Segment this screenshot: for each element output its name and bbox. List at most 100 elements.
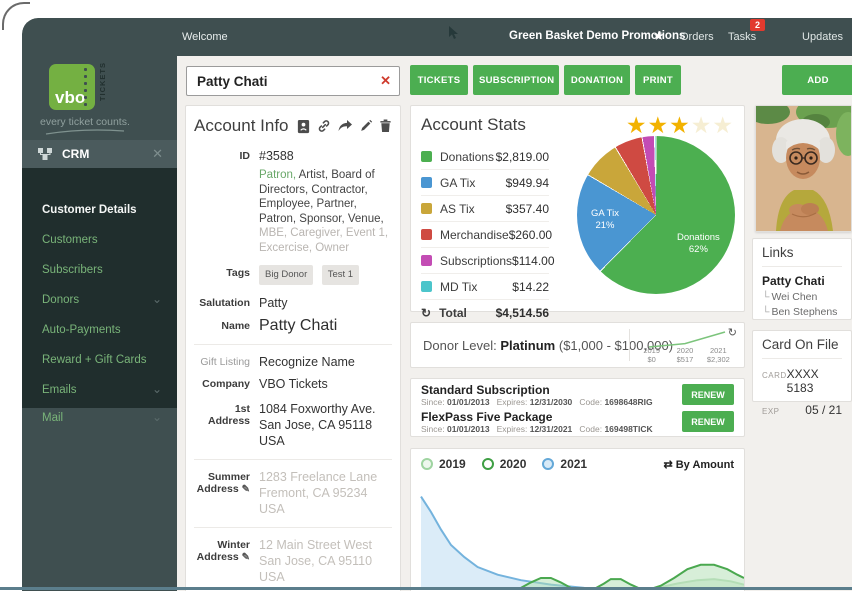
legend-swatch: [421, 281, 432, 292]
subscription-button[interactable]: SUBSCRIPTION: [473, 65, 559, 95]
add-button[interactable]: ADD: [782, 65, 852, 95]
stats-legend: Donations$2,819.00 GA Tix$949.94 AS Tix$…: [421, 144, 549, 325]
star-icon[interactable]: ★: [626, 112, 648, 138]
sidebar-item-customers[interactable]: Customers: [42, 234, 98, 246]
chevron-down-icon[interactable]: ⌄: [152, 382, 162, 396]
crm-title: CRM: [62, 147, 89, 161]
link-primary[interactable]: Patty Chati: [762, 274, 842, 288]
refresh-icon[interactable]: ↻: [421, 306, 431, 320]
legend-row: AS Tix$357.40: [421, 196, 549, 222]
edit-pencil-icon[interactable]: [359, 119, 373, 133]
subscription-row: FlexPass Five Package Since: 01/01/2013 …: [421, 410, 734, 435]
legend-swatch: [421, 255, 432, 266]
sidebar-item-mail[interactable]: Mail: [42, 412, 63, 424]
donor-level-panel: Donor Level: Platinum ($1,000 - $100,000…: [410, 322, 745, 368]
sidebar-item-subscribers[interactable]: Subscribers: [42, 264, 103, 276]
first-address-value: 1084 Foxworthy Ave.San Jose, CA 95118USA: [259, 401, 376, 449]
subscription-row: Standard Subscription Since: 01/01/2013 …: [421, 383, 734, 408]
company-label: Company: [194, 376, 250, 392]
legend-ring-2021[interactable]: [542, 458, 554, 470]
sitemap-icon: [38, 147, 53, 166]
star-rating[interactable]: ★★★★★: [626, 114, 734, 137]
mouse-cursor-icon: [448, 26, 460, 43]
nav-orders[interactable]: Orders: [680, 31, 714, 43]
divider: [629, 329, 630, 361]
main-content: ✕ TICKETS SUBSCRIPTION DONATION PRINT AD…: [177, 56, 852, 591]
ticket-perforation: [83, 66, 88, 108]
account-stats-pie-chart: GA Tix21% Donations62%: [577, 136, 735, 294]
gift-listing-value: Recognize Name: [259, 354, 355, 370]
name-label: Name: [194, 318, 250, 334]
donation-button[interactable]: DONATION: [564, 65, 630, 95]
donor-sparkline-labels: 2019$0 2020$517 2021$2,302: [635, 347, 735, 364]
legend-ring-2019[interactable]: [421, 458, 433, 470]
sidebar-item-donors[interactable]: Donors: [42, 294, 79, 306]
legend-ring-2020[interactable]: [482, 458, 494, 470]
customer-search: ✕: [186, 66, 400, 96]
purchase-history-panel: 2019 2020 2021 ⇄By Amount: [410, 448, 745, 591]
star-icon[interactable]: ★: [648, 112, 670, 138]
print-button[interactable]: PRINT: [635, 65, 681, 95]
legend-row: MD Tix$14.22: [421, 274, 549, 300]
trash-icon[interactable]: [379, 119, 392, 133]
clear-search-icon[interactable]: ✕: [380, 73, 391, 89]
logo-tickets-text: TICKETS: [98, 62, 107, 101]
link-child[interactable]: └Ben Stephens: [762, 306, 842, 318]
summer-address-label: Summer Address ✎: [194, 469, 250, 517]
legend-swatch: [421, 151, 432, 162]
chevron-down-icon[interactable]: ⌄: [152, 410, 162, 424]
account-info-title: Account Info: [194, 116, 289, 136]
edit-pencil-icon[interactable]: ✎: [242, 484, 250, 495]
contact-card-icon[interactable]: [296, 119, 311, 134]
salutation-label: Salutation: [194, 295, 250, 311]
id-label: ID: [194, 148, 250, 164]
sidebar-item-auto-payments[interactable]: Auto-Payments: [42, 324, 121, 336]
id-value: #3588: [259, 148, 294, 164]
topbar: Welcome Green Basket Demo Promotions ★ O…: [22, 18, 852, 56]
customer-categories: Patron, Artist, Board of Directors, Cont…: [259, 168, 392, 255]
logo-text: vbo: [55, 88, 85, 108]
renew-button[interactable]: RENEW: [682, 411, 734, 432]
sidebar-item-emails[interactable]: Emails: [42, 384, 77, 396]
star-icon[interactable]: ★: [691, 112, 713, 138]
tag-chip[interactable]: Test 1: [322, 265, 359, 285]
account-stats-panel: Account Stats ★★★★★ Donations$2,819.00 G…: [410, 105, 745, 312]
search-input[interactable]: [195, 70, 369, 92]
refresh-icon[interactable]: ↻: [728, 326, 737, 339]
sidebar-menu: Customer Details Customers Subscribers D…: [22, 168, 177, 408]
history-legend: 2019 2020 2021: [421, 457, 597, 471]
divider: [194, 527, 392, 528]
tag-chip[interactable]: Big Donor: [259, 265, 313, 285]
nav-tasks[interactable]: Tasks: [728, 31, 756, 43]
tasks-badge: 2: [750, 19, 765, 31]
tagline-swoosh: [42, 129, 128, 135]
summer-address-value: 1283 Freelance LaneFremont, CA 95234USA: [259, 469, 377, 517]
chevron-down-icon[interactable]: ⌄: [152, 292, 162, 306]
bottom-edge-line: [0, 587, 852, 590]
customer-photo[interactable]: [755, 105, 852, 232]
share-icon[interactable]: [337, 119, 353, 133]
sidebar-crm-header: CRM ✕: [22, 140, 177, 168]
card-on-file-title: Card On File: [762, 337, 842, 359]
sidebar-item-customer-details[interactable]: Customer Details: [42, 204, 137, 216]
legend-row: Merchandise$260.00: [421, 222, 549, 248]
company-value: VBO Tickets: [259, 376, 328, 392]
star-icon[interactable]: ★: [669, 112, 691, 138]
card-exp-row: EXP 05 / 21: [762, 403, 842, 417]
sidebar-item-reward-gift-cards[interactable]: Reward + Gift Cards: [42, 354, 147, 366]
renew-button[interactable]: RENEW: [682, 384, 734, 405]
star-icon[interactable]: ★: [712, 112, 734, 138]
link-child[interactable]: └Wei Chen: [762, 291, 842, 303]
favorite-star-icon[interactable]: ★: [653, 28, 665, 44]
close-icon[interactable]: ✕: [152, 146, 163, 162]
legend-swatch: [421, 229, 432, 240]
link-icon[interactable]: [317, 119, 331, 133]
edit-pencil-icon[interactable]: ✎: [242, 552, 250, 563]
vbo-logo[interactable]: vbo: [49, 64, 95, 110]
legend-row: Subscriptions$114.00: [421, 248, 549, 274]
nav-updates[interactable]: Updates: [802, 31, 843, 43]
gift-listing-label: Gift Listing: [194, 354, 250, 370]
portrait-illustration: [756, 106, 851, 231]
by-amount-toggle[interactable]: ⇄By Amount: [664, 458, 734, 471]
tickets-button[interactable]: TICKETS: [410, 65, 468, 95]
